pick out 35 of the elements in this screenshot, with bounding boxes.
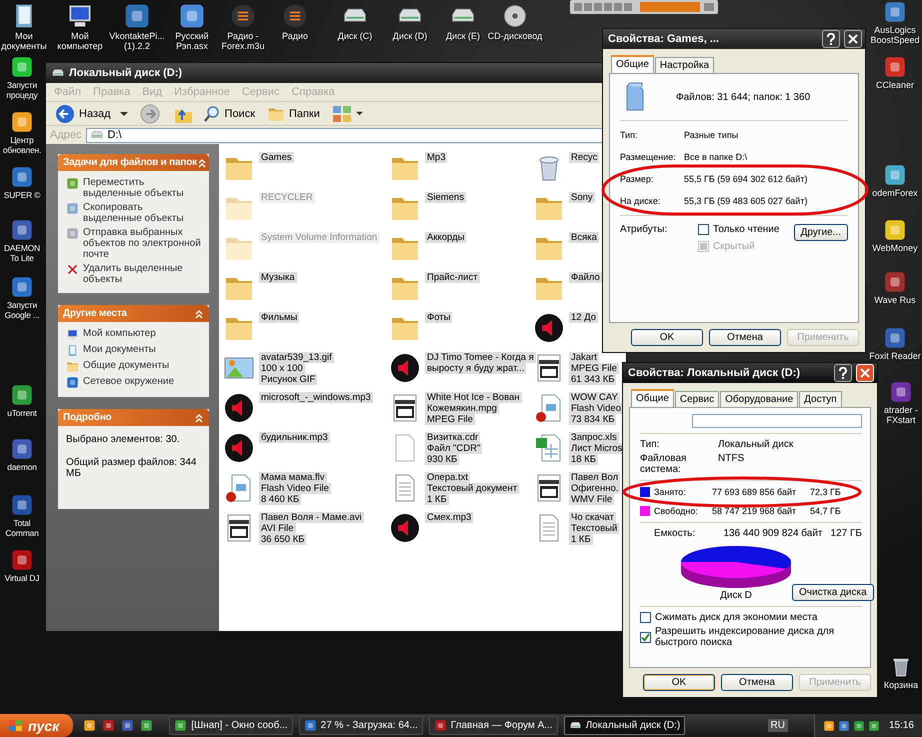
- property-label: Размещение:: [620, 151, 677, 163]
- usage-size: 72,3 ГБ: [810, 486, 841, 498]
- checkbox-label: Скрытый: [713, 241, 755, 252]
- property-label: Файловая система:: [640, 453, 688, 475]
- property-value: 55,5 ГБ (59 694 302 612 байт): [684, 173, 808, 185]
- usage-label: Занято:: [654, 486, 687, 498]
- clock: 15:16: [888, 720, 914, 731]
- disk-label: Диск D: [720, 590, 752, 601]
- property-value: 55,3 ГБ (59 483 605 027 байт): [684, 195, 808, 207]
- capacity-size: 127 ГБ: [830, 528, 862, 539]
- window-title: Локальный диск (D:): [69, 67, 184, 79]
- usage-size: 54,7 ГБ: [810, 505, 841, 517]
- property-value: Все в папке D:\: [684, 151, 748, 163]
- checkbox-label: Только чтение: [713, 224, 780, 235]
- usage-bytes: 77 693 689 856 байт: [712, 486, 798, 498]
- property-value: Разные типы: [684, 129, 738, 141]
- usage-label: Свободно:: [654, 505, 699, 517]
- property-label: Тип:: [620, 129, 639, 141]
- capacity-bytes: 136 440 909 824 байт: [723, 528, 824, 539]
- window-title: Свойства: Games, ...: [608, 33, 720, 45]
- usage-bytes: 58 747 219 968 байт: [712, 505, 798, 517]
- attributes-label: Атрибуты:: [620, 224, 668, 235]
- address-label: Адрес: [50, 129, 82, 141]
- property-value: Локальный диск: [718, 439, 794, 450]
- property-label: На диске:: [620, 195, 662, 207]
- property-value: NTFS: [718, 453, 744, 466]
- details-text: Выбрано элементов: 30.: [66, 434, 181, 445]
- property-label: Тип:: [640, 439, 660, 450]
- window-title: Свойства: Локальный диск (D:): [628, 367, 802, 379]
- details-text: Общий размер файлов: 344 МБ: [66, 457, 198, 479]
- file-count-text: Файлов: 31 644; папок: 1 360: [676, 92, 810, 102]
- property-label: Размер:: [620, 173, 654, 185]
- checkbox-label: Разрешить индексирование диска для быстрого поиска: [655, 626, 836, 648]
- capacity-label: Емкость:: [654, 528, 696, 539]
- checkbox-label: Сжимать диск для экономии места: [655, 612, 818, 623]
